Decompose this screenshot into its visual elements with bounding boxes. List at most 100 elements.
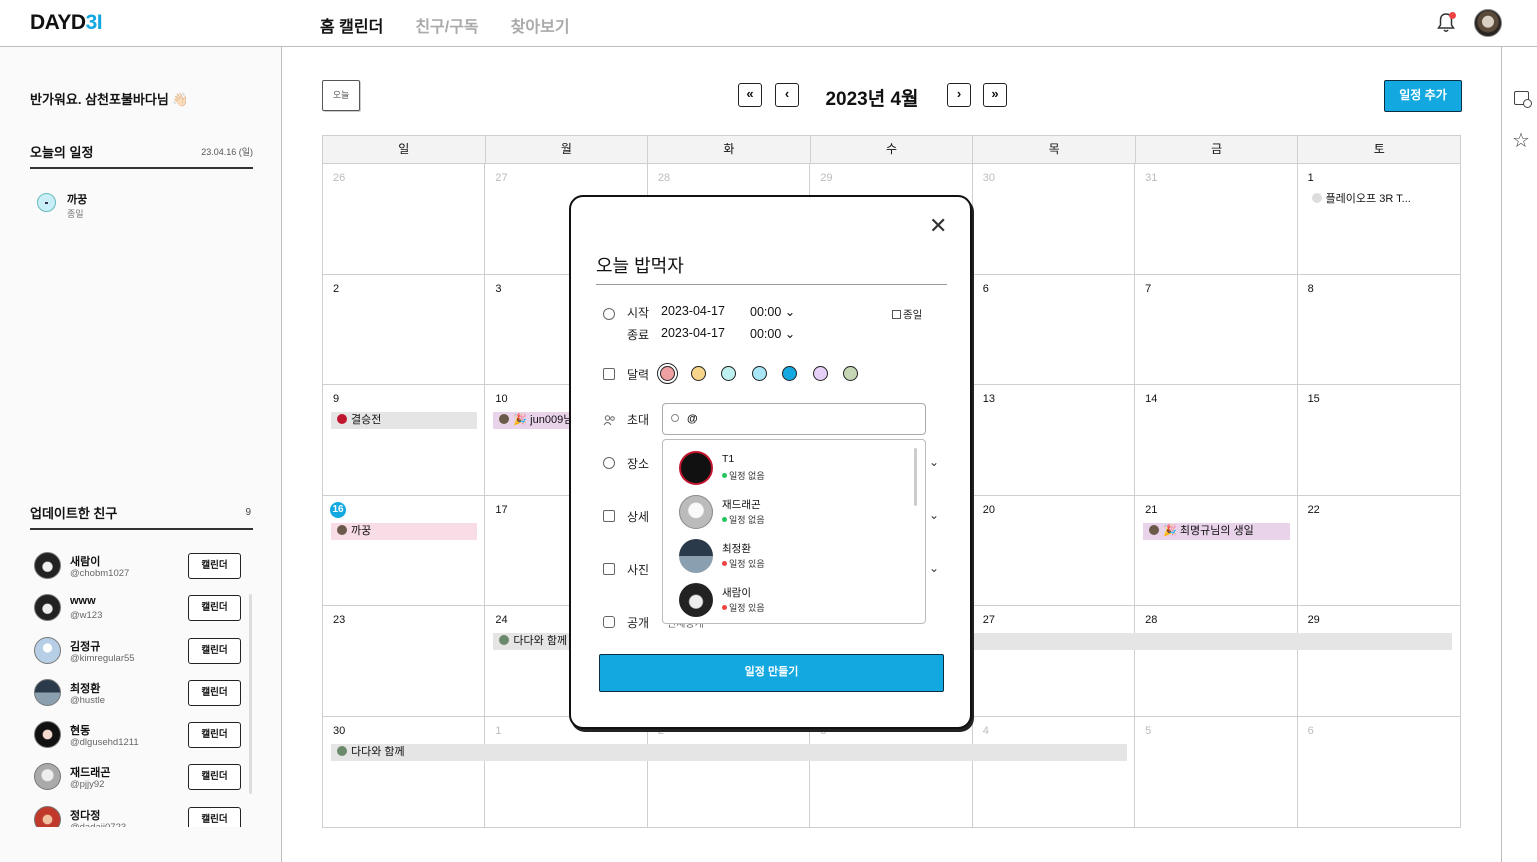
start-date-input[interactable]: 2023-04-17 xyxy=(661,304,725,318)
option-status-text: 일정 없음 xyxy=(729,471,765,481)
calendar-day-cell[interactable]: 2 xyxy=(323,274,486,385)
color-swatch-lavender[interactable] xyxy=(813,366,828,381)
calendar-day-cell[interactable]: 28 xyxy=(1135,606,1298,717)
prev-year-button[interactable]: « xyxy=(738,83,762,107)
invite-option[interactable]: 최정환 일정 있음 xyxy=(679,536,909,576)
people-icon xyxy=(603,413,615,426)
invite-option[interactable]: T1 일정 없음 xyxy=(679,448,909,488)
friend-avatar xyxy=(34,805,61,827)
day-number: 1 xyxy=(1307,172,1314,184)
friend-calendar-button[interactable]: 캘린더 xyxy=(188,679,241,706)
updated-friends-list: 새람이 @chobm1027 캘린더 www @w123 캘린더 김정규 @ki… xyxy=(30,547,253,827)
calendar-day-cell[interactable]: 21 xyxy=(1135,495,1298,606)
calendar-day-cell[interactable]: 6 xyxy=(1298,717,1460,828)
invite-option[interactable]: 재드래곤 일정 없음 xyxy=(679,492,909,532)
end-label: 종료 xyxy=(627,328,650,342)
checkbox-box[interactable] xyxy=(892,310,901,319)
color-swatch-mint[interactable] xyxy=(721,366,736,381)
detail-list-icon xyxy=(603,510,615,522)
friend-calendar-button[interactable]: 캘린더 xyxy=(188,722,241,749)
allday-checkbox[interactable]: 종일 xyxy=(892,307,922,322)
friend-item: 새람이 @chobm1027 캘린더 xyxy=(30,547,253,589)
color-swatch-yellow[interactable] xyxy=(691,366,706,381)
friend-calendar-button[interactable]: 캘린더 xyxy=(188,595,241,622)
calendar-day-cell[interactable]: 9 xyxy=(323,385,486,496)
calendar-day-cell[interactable]: 1 xyxy=(485,716,648,827)
profile-avatar[interactable] xyxy=(1474,9,1502,37)
calendar-day-cell[interactable]: 6 xyxy=(972,274,1136,385)
calendar-settings-icon[interactable] xyxy=(1514,91,1532,108)
nav-explore[interactable]: 찾아보기 xyxy=(511,13,570,37)
calendar-event[interactable]: 다다와 함께 xyxy=(331,743,1128,761)
calendar-day-cell[interactable]: 13 xyxy=(972,385,1136,496)
day-number: 26 xyxy=(333,172,346,184)
color-swatch-blue[interactable] xyxy=(782,366,797,381)
calendar-event[interactable]: 플레이오프 3R T... xyxy=(1305,191,1452,208)
day-number: 27 xyxy=(982,614,995,626)
calendar-day-cell[interactable]: 15 xyxy=(1297,385,1460,496)
event-marker-icon xyxy=(1311,193,1322,203)
calendar-day-cell[interactable]: 14 xyxy=(1135,385,1298,496)
app-logo[interactable]: DAYD3I xyxy=(30,11,103,35)
calendar-day-cell[interactable]: 2 xyxy=(648,716,811,827)
modal-title[interactable]: 오늘 밥먹자 xyxy=(596,252,684,278)
friend-calendar-button[interactable]: 캘린더 xyxy=(188,806,241,827)
color-swatch-sage[interactable] xyxy=(843,366,858,381)
nav-friends-subscribe[interactable]: 친구/구독 xyxy=(415,13,478,37)
calendar-day-cell[interactable]: 31 xyxy=(1135,164,1298,275)
calendar-day-cell[interactable]: 8 xyxy=(1297,275,1460,385)
calendar-day-cell[interactable]: 26 xyxy=(323,164,486,275)
day-number: 24 xyxy=(495,614,508,626)
detail-chevron-down-icon[interactable]: ⌄ xyxy=(929,508,939,522)
calendar-day-cell[interactable]: 27 xyxy=(972,606,1136,717)
calendar-day-cell[interactable]: 30 xyxy=(323,716,486,827)
close-icon[interactable]: ✕ xyxy=(929,215,947,237)
day-number: 6 xyxy=(982,282,989,295)
calendar-day-cell[interactable]: 1 xyxy=(1297,164,1460,275)
end-date-input[interactable]: 2023-04-17 xyxy=(661,326,725,340)
day-number: 7 xyxy=(1145,282,1152,295)
invite-search-input[interactable]: @ xyxy=(662,403,926,435)
photo-chevron-down-icon[interactable]: ⌄ xyxy=(929,561,939,575)
weekday-sun: 일 xyxy=(323,136,486,163)
next-month-button[interactable]: › xyxy=(947,83,971,107)
calendar-event[interactable]: 결승전 xyxy=(331,412,478,429)
event-label: 🎉 jun009님 xyxy=(513,414,574,426)
calendar-day-cell[interactable]: 5 xyxy=(1135,716,1298,827)
color-swatch-skyblue[interactable] xyxy=(752,366,767,381)
day-number: 28 xyxy=(1145,614,1158,626)
friend-calendar-button[interactable]: 캘린더 xyxy=(188,764,241,791)
friend-calendar-button[interactable]: 캘린더 xyxy=(188,553,241,579)
friends-scrollbar[interactable] xyxy=(249,594,252,794)
prev-month-button[interactable]: ‹ xyxy=(775,83,799,107)
calendar-day-cell[interactable]: 4 xyxy=(973,716,1136,827)
place-chevron-down-icon[interactable]: ⌄ xyxy=(929,455,939,469)
today-button[interactable]: 오늘 xyxy=(322,80,360,111)
calendar-day-cell[interactable]: 23 xyxy=(323,606,486,717)
calendar-day-cell[interactable]: 29 xyxy=(1297,606,1460,717)
notification-bell-icon[interactable] xyxy=(1436,12,1456,34)
calendar-day-cell[interactable]: 16 xyxy=(323,495,486,606)
create-event-submit-button[interactable]: 일정 만들기 xyxy=(599,654,944,692)
calendar-day-cell[interactable]: 22 xyxy=(1297,496,1460,606)
calendar-day-cell[interactable]: 3 xyxy=(810,716,973,827)
friend-item: 김정규 @kimregular55 캘린더 xyxy=(30,632,253,674)
day-number: 28 xyxy=(657,172,671,184)
friend-calendar-button[interactable]: 캘린더 xyxy=(188,637,241,664)
calendar-day-cell[interactable]: 7 xyxy=(1135,274,1298,385)
weekday-tue: 화 xyxy=(648,136,811,163)
color-swatch-red[interactable] xyxy=(660,366,675,381)
star-icon[interactable]: ☆ xyxy=(1512,131,1530,151)
start-time-select[interactable]: 00:00 ⌄ xyxy=(750,304,795,319)
calendar-day-cell[interactable]: 20 xyxy=(972,495,1136,606)
invite-option[interactable]: 새람이 일정 있음 xyxy=(679,580,909,620)
calendar-day-cell[interactable]: 30 xyxy=(972,164,1136,275)
friend-name: 재드래곤 xyxy=(70,767,111,780)
add-event-button[interactable]: 일정 추가 xyxy=(1384,80,1462,112)
dropdown-scrollbar[interactable] xyxy=(914,448,917,506)
end-time-select[interactable]: 00:00 ⌄ xyxy=(750,326,795,341)
nav-home-calendar[interactable]: 홈 캘린더 xyxy=(320,13,383,37)
calendar-event[interactable]: 까꿍 xyxy=(331,522,478,540)
next-year-button[interactable]: » xyxy=(983,83,1007,107)
calendar-event[interactable]: 🎉 최명규님의 생일 xyxy=(1143,522,1290,540)
